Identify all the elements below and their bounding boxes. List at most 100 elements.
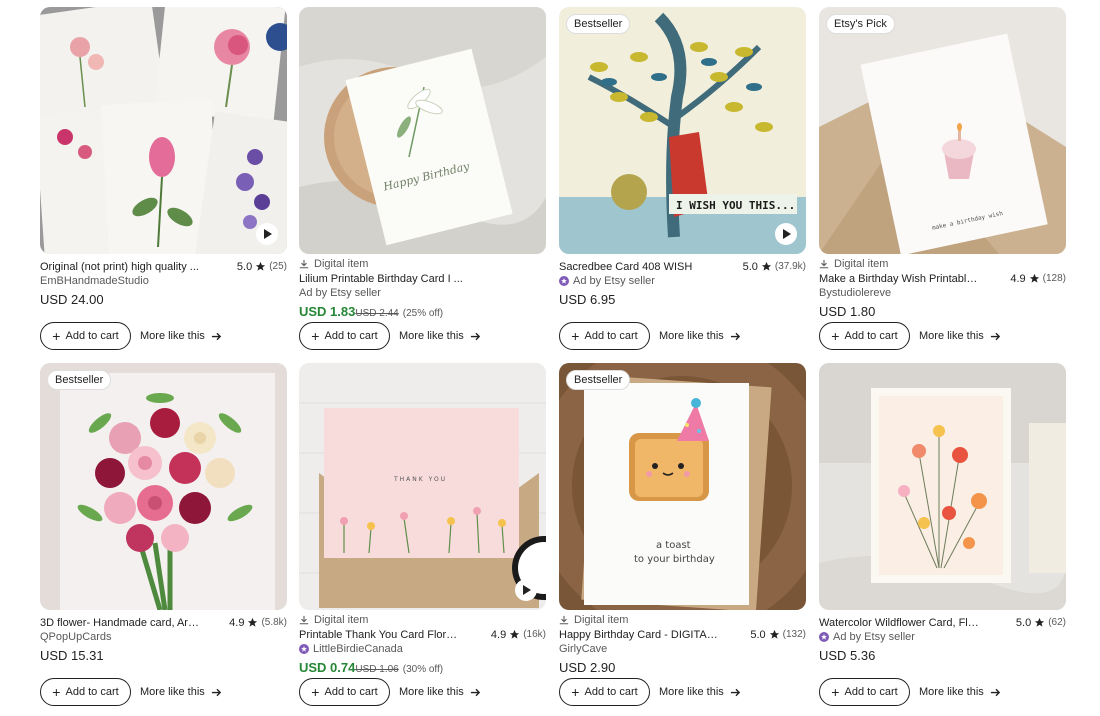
review-count: (132) — [782, 629, 806, 640]
card-actions: + Add to cart More like this — [299, 322, 481, 350]
original-price: USD 1.06 — [355, 664, 399, 675]
add-to-cart-button[interactable]: + Add to cart — [559, 678, 650, 706]
star-seller-icon — [299, 644, 309, 654]
product-card[interactable]: Original (not print) high quality ... 5.… — [40, 7, 287, 350]
more-like-this-link[interactable]: More like this — [399, 686, 481, 698]
play-video-button[interactable] — [775, 223, 797, 245]
product-image[interactable]: THANK YOU — [299, 363, 546, 610]
product-title[interactable]: Printable Thank You Card Floral ... — [299, 629, 459, 641]
shop-name[interactable]: EmBHandmadeStudio — [40, 274, 287, 288]
add-to-cart-label: Add to cart — [65, 330, 119, 342]
rating-score: 5.0 — [236, 260, 253, 273]
title-row: Make a Birthday Wish Printable B... 4.9 … — [819, 271, 1066, 286]
shop-name[interactable]: Ad by Etsy seller — [819, 630, 1066, 644]
shop-name[interactable]: QPopUpCards — [40, 630, 287, 644]
card-actions: + Add to cart More like this — [40, 322, 222, 350]
arrow-right-icon — [990, 688, 1000, 696]
play-icon — [264, 229, 272, 239]
bestseller-badge: Bestseller — [566, 14, 631, 34]
add-to-cart-button[interactable]: + Add to cart — [819, 322, 910, 350]
more-like-this-label: More like this — [919, 330, 984, 342]
shop-name[interactable]: LittleBirdieCanada — [299, 642, 546, 656]
product-image[interactable]: make a birthday wish Etsy's Pick — [819, 7, 1066, 254]
add-to-cart-button[interactable]: + Add to cart — [40, 322, 131, 350]
shop-name[interactable]: Ad by Etsy seller — [559, 274, 806, 288]
discount-percent: (25% off) — [402, 308, 444, 319]
add-to-cart-label: Add to cart — [844, 330, 898, 342]
product-card[interactable]: Bestseller 3D flower- Handmade card, Art… — [40, 363, 287, 706]
shop-name[interactable]: GirlyCave — [559, 642, 806, 656]
product-image[interactable] — [819, 363, 1066, 610]
add-to-cart-label: Add to cart — [584, 330, 638, 342]
arrow-right-icon — [211, 332, 221, 340]
card-actions: + Add to cart More like this — [299, 678, 481, 706]
product-image[interactable]: Happy Birthday — [299, 7, 546, 254]
review-count: (5.8k) — [261, 617, 287, 628]
product-title[interactable]: Happy Birthday Card - DIGITAL D... — [559, 629, 719, 641]
add-to-cart-label: Add to cart — [65, 686, 119, 698]
product-image[interactable]: Bestseller — [40, 363, 287, 610]
more-like-this-link[interactable]: More like this — [919, 330, 1001, 342]
add-to-cart-button[interactable]: + Add to cart — [559, 322, 650, 350]
more-like-this-link[interactable]: More like this — [140, 330, 222, 342]
product-title[interactable]: Lilium Printable Birthday Card I ... — [299, 273, 463, 285]
rating-score: 5.0 — [1015, 616, 1032, 629]
review-count: (37.9k) — [774, 261, 806, 272]
arrow-right-icon — [730, 332, 740, 340]
more-like-this-link[interactable]: More like this — [659, 330, 741, 342]
current-price: USD 6.95 — [559, 292, 616, 307]
product-title[interactable]: Sacredbee Card 408 WISH — [559, 261, 692, 273]
product-image[interactable]: a toast to your birthday Bestseller — [559, 363, 806, 610]
add-to-cart-button[interactable]: + Add to cart — [299, 322, 390, 350]
add-to-cart-button[interactable]: + Add to cart — [40, 678, 131, 706]
shop-name[interactable]: Ad by Etsy seller — [299, 286, 546, 300]
product-title[interactable]: Watercolor Wildflower Card, Flor... — [819, 617, 979, 629]
shop-name[interactable]: Bystudiolereve — [819, 286, 1066, 300]
star-icon — [1035, 617, 1045, 627]
play-video-button[interactable] — [515, 579, 537, 601]
add-to-cart-button[interactable]: + Add to cart — [819, 678, 910, 706]
rating: 5.0 (62) — [1016, 617, 1066, 629]
rating: 4.9 (128) — [1010, 273, 1066, 285]
more-like-this-label: More like this — [399, 330, 464, 342]
price: USD 1.83 USD 2.44 (25% off) — [299, 304, 546, 321]
product-image[interactable] — [40, 7, 287, 254]
sale-price: USD 0.74 — [299, 660, 356, 675]
product-card[interactable]: Happy Birthday Digital item Lilium Print… — [299, 7, 546, 350]
more-like-this-link[interactable]: More like this — [140, 686, 222, 698]
more-like-this-label: More like this — [140, 330, 205, 342]
product-card[interactable]: make a birthday wish Etsy's Pick Digital… — [819, 7, 1066, 350]
more-like-this-link[interactable]: More like this — [399, 330, 481, 342]
digital-item-tag: Digital item — [819, 257, 1066, 271]
bestseller-badge: Bestseller — [566, 370, 631, 390]
rating-score: 5.0 — [742, 260, 758, 273]
plus-icon: + — [831, 328, 840, 344]
digital-item-label: Digital item — [314, 614, 369, 626]
more-like-this-link[interactable]: More like this — [919, 686, 1001, 698]
product-image[interactable]: I WISH YOU THIS... Bestseller — [559, 7, 806, 254]
product-title[interactable]: Original (not print) high quality ... — [40, 261, 199, 273]
product-card[interactable]: I WISH YOU THIS... Bestseller Sacredbee … — [559, 7, 806, 350]
star-icon — [248, 617, 258, 627]
rating-score: 5.0 — [750, 628, 766, 641]
product-card[interactable]: a toast to your birthday Bestseller Digi… — [559, 363, 806, 706]
add-to-cart-label: Add to cart — [324, 686, 378, 698]
product-image-art — [40, 7, 287, 254]
rating-score: 4.9 — [229, 616, 245, 629]
play-video-button[interactable] — [256, 223, 278, 245]
star-icon — [1029, 273, 1039, 283]
download-icon — [819, 259, 829, 269]
more-like-this-link[interactable]: More like this — [659, 686, 741, 698]
current-price: USD 5.36 — [819, 648, 876, 663]
product-title[interactable]: 3D flower- Handmade card, Art ... — [40, 617, 200, 629]
star-icon — [761, 261, 771, 271]
product-card[interactable]: THANK YOU Digital item Printable Thank Y… — [299, 363, 546, 706]
add-to-cart-button[interactable]: + Add to cart — [299, 678, 390, 706]
download-icon — [559, 615, 569, 625]
plus-icon: + — [311, 684, 320, 700]
star-icon — [256, 261, 266, 271]
star-icon — [510, 629, 520, 639]
product-title[interactable]: Make a Birthday Wish Printable B... — [819, 273, 979, 285]
add-to-cart-label: Add to cart — [844, 686, 898, 698]
product-card[interactable]: Watercolor Wildflower Card, Flor... 5.0 … — [819, 363, 1066, 706]
